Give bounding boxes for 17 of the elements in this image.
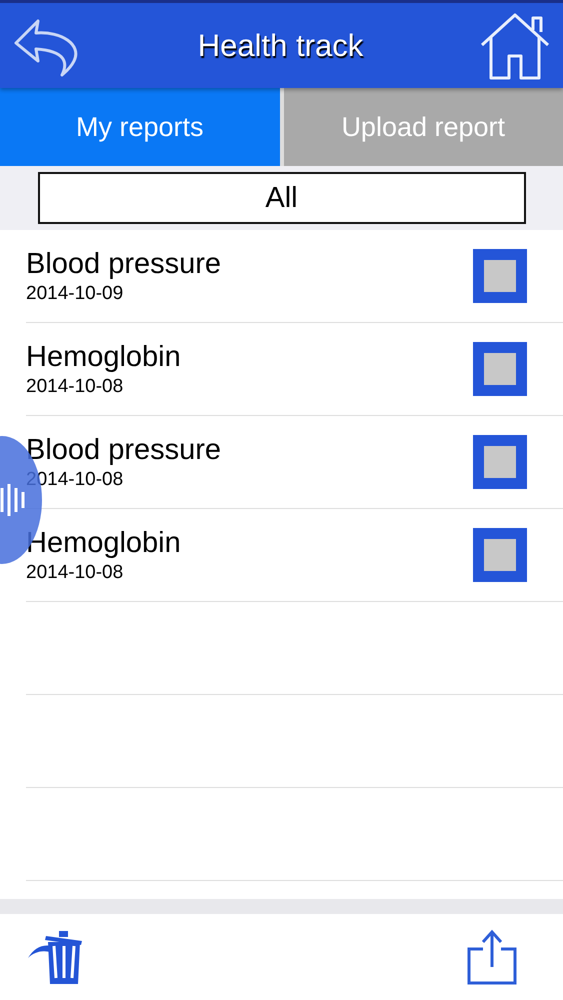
tab[interactable]: My reports [0,88,280,166]
report-name: Hemoglobin [26,526,181,560]
report-date: 2014-10-08 [26,562,124,584]
share-icon[interactable] [467,928,517,984]
report-name: Blood pressure [26,434,222,466]
filter-dropdown[interactable]: All [38,172,526,224]
home-icon[interactable] [479,12,551,80]
checkbox[interactable] [473,342,527,396]
tab[interactable]: Upload report [284,88,563,166]
report-name: Blood pressure [26,248,222,280]
checkbox[interactable] [473,249,527,303]
checkbox[interactable] [473,435,527,489]
report-date: 2014-10-08 [26,376,124,398]
header-title: Health track [198,28,364,64]
checkbox[interactable] [473,528,527,582]
report-date: 2014-10-09 [26,282,124,304]
report-name: Hemoglobin [26,340,181,374]
